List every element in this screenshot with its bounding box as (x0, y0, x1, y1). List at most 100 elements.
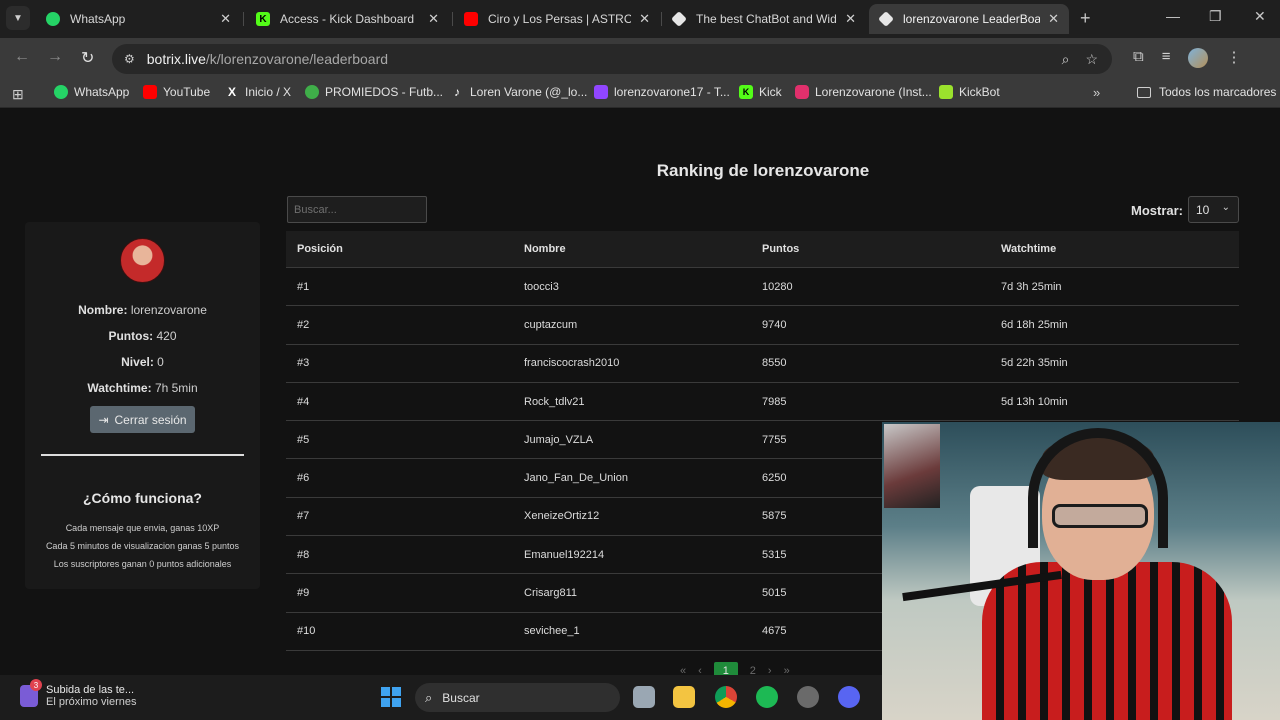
calendar-notification[interactable]: 3 Subida de las te... El próximo viernes (20, 679, 137, 708)
tab-whatsapp[interactable]: WhatsApp ✕ (36, 4, 241, 34)
cell-position: #10 (297, 625, 316, 638)
site-info-icon[interactable]: ⚙ (124, 52, 135, 66)
instagram-icon (795, 85, 809, 99)
notification-subtitle: El próximo viernes (46, 696, 137, 708)
close-icon[interactable]: ✕ (1048, 11, 1059, 27)
forward-arrow-icon[interactable]: → (47, 48, 63, 66)
window-close-icon[interactable]: ✕ (1254, 8, 1266, 25)
bookmark-instagram[interactable]: Lorenzovarone (Inst... (795, 85, 932, 99)
how-line: Cada mensaje que envia, ganas 10XP (65, 523, 220, 533)
page-size-select[interactable]: 10 ⌄ (1188, 196, 1239, 223)
tab-divider (243, 12, 244, 26)
bookmark-promiedos[interactable]: PROMIEDOS - Futb... (305, 85, 443, 99)
search-input[interactable] (287, 196, 427, 223)
bookmark-tiktok[interactable]: ♪ Loren Varone (@_lo... (450, 85, 587, 99)
bookmark-kickbot[interactable]: KickBot (939, 85, 1000, 99)
whatsapp-icon (54, 85, 68, 99)
bookmark-label: lorenzovarone17 - T... (614, 85, 730, 99)
profile-puntos: Puntos: 420 (25, 329, 260, 343)
close-icon[interactable]: ✕ (639, 11, 650, 27)
column-header-watchtime[interactable]: Watchtime (1001, 243, 1239, 255)
close-icon[interactable]: ✕ (220, 11, 231, 27)
show-label: Mostrar: (1131, 203, 1184, 218)
bookmark-label: KickBot (959, 85, 1000, 99)
url-omnibox[interactable]: ⚙ botrix.live /k/lorenzovarone/leaderboa… (112, 44, 1112, 74)
address-bar: ← → ↻ ⚙ botrix.live /k/lorenzovarone/lea… (0, 38, 1280, 80)
table-row: #1 toocci3 10280 7d 3h 25min (286, 268, 1239, 307)
tab-botrix-chatbot[interactable]: The best ChatBot and Widge ✕ (662, 4, 866, 34)
tiktok-icon: ♪ (454, 85, 460, 99)
table-row: #4 Rock_tdlv21 7985 5d 13h 10min (286, 383, 1239, 422)
close-icon[interactable]: ✕ (428, 11, 439, 27)
url-host: botrix.live (146, 51, 206, 67)
column-header-nombre[interactable]: Nombre (524, 243, 762, 255)
bookmark-youtube[interactable]: YouTube (143, 85, 210, 99)
chevron-down-icon: ⌄ (1221, 202, 1230, 213)
tab-search-chevron-icon[interactable]: ▼ (6, 6, 30, 30)
windows-start-icon[interactable] (381, 687, 401, 707)
nivel-value: 0 (157, 355, 164, 369)
extensions-icon[interactable]: ⧉ (1133, 48, 1144, 68)
media-control-icon[interactable]: ≡ (1162, 48, 1171, 68)
nombre-value: lorenzovarone (130, 303, 207, 317)
bookmark-kick[interactable]: K Kick (739, 85, 782, 99)
taskbar-search[interactable]: ⌕ Buscar (415, 683, 620, 712)
youtube-icon (143, 85, 157, 99)
more-bookmarks-icon[interactable]: » (1093, 85, 1100, 100)
kickbot-icon (939, 85, 953, 99)
zoom-icon[interactable]: ⌕ (1062, 51, 1070, 68)
tab-divider (452, 12, 453, 26)
cell-name: Rock_tdlv21 (524, 395, 585, 408)
column-header-posicion[interactable]: Posición (286, 243, 524, 255)
logout-button[interactable]: ⇥ Cerrar sesión (90, 406, 195, 433)
bookmark-star-icon[interactable]: ☆ (1085, 51, 1098, 68)
tab-title: Ciro y Los Persas | ASTROS ( (488, 12, 632, 26)
task-view-icon[interactable] (633, 686, 655, 708)
logout-icon: ⇥ (98, 412, 109, 427)
minimize-icon[interactable]: — (1166, 8, 1180, 24)
promiedos-icon (305, 85, 319, 99)
bookmark-x[interactable]: X Inicio / X (225, 85, 291, 99)
cell-position: #5 (297, 433, 310, 446)
more-menu-icon[interactable]: ⋮ (1226, 48, 1241, 68)
windows-taskbar: 3 Subida de las te... El próximo viernes… (0, 675, 882, 720)
avatar (120, 238, 165, 283)
tab-strip: ▼ WhatsApp ✕ K Access - Kick Dashboard ✕… (0, 0, 1280, 38)
webcam-overlay (882, 422, 1280, 720)
cell-points: 7985 (762, 395, 787, 408)
all-bookmarks-folder[interactable]: Todos los marcadores (1137, 85, 1276, 99)
column-header-puntos[interactable]: Puntos (762, 243, 1001, 255)
profile-card: Nombre: lorenzovarone Puntos: 420 Nivel:… (25, 222, 260, 589)
tab-title: WhatsApp (70, 12, 126, 26)
reload-icon[interactable]: ↻ (81, 48, 94, 68)
calendar-icon: 3 (20, 679, 42, 707)
cell-name: franciscocrash2010 (524, 357, 620, 370)
close-icon[interactable]: ✕ (845, 11, 856, 27)
new-tab-icon[interactable]: + (1080, 8, 1091, 29)
bookmarks-folder-label: Todos los marcadores (1159, 85, 1277, 99)
discord-icon[interactable] (838, 686, 860, 708)
cell-name: sevichee_1 (524, 625, 580, 638)
table-header: Posición Nombre Puntos Watchtime (286, 231, 1239, 268)
bookmark-label: Lorenzovarone (Inst... (815, 85, 932, 99)
file-explorer-icon[interactable] (673, 686, 695, 708)
bookmark-whatsapp[interactable]: WhatsApp (54, 85, 129, 99)
chrome-icon[interactable] (715, 686, 737, 708)
cell-position: #9 (297, 587, 310, 600)
bookmark-twitch[interactable]: lorenzovarone17 - T... (594, 85, 730, 99)
tab-youtube[interactable]: Ciro y Los Persas | ASTROS ( ✕ (454, 4, 660, 34)
obs-icon[interactable] (797, 686, 819, 708)
profile-avatar-icon[interactable] (1188, 48, 1209, 68)
folder-icon (1137, 86, 1151, 98)
tab-kick-dashboard[interactable]: K Access - Kick Dashboard ✕ (246, 4, 449, 34)
spotify-icon[interactable] (756, 686, 778, 708)
notification-title: Subida de las te... (46, 684, 135, 696)
apps-grid-icon[interactable]: ⊞ (12, 86, 24, 103)
puntos-value: 420 (156, 329, 177, 343)
back-arrow-icon[interactable]: ← (14, 48, 30, 66)
bookmark-label: YouTube (163, 85, 211, 99)
cell-name: Emanuel192214 (524, 548, 605, 561)
bookmark-label: WhatsApp (74, 85, 130, 99)
tab-leaderboard[interactable]: lorenzovarone LeaderBoard ✕ (869, 4, 1069, 34)
restore-icon[interactable]: ❐ (1209, 8, 1222, 25)
